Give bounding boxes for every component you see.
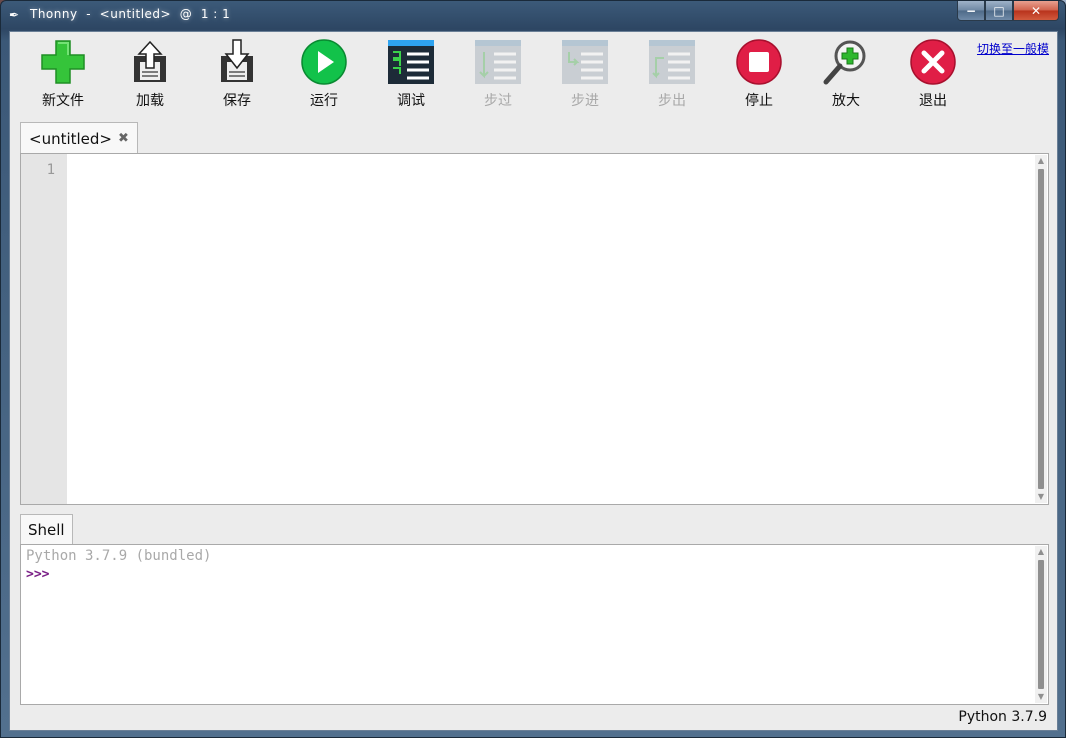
save-label: 保存	[223, 93, 251, 109]
main-area: 新文件 加载 保存 运行 调试 步过 步进 步出 停止 放大 退出 切换至一般模…	[9, 31, 1058, 731]
step-into-icon	[562, 40, 608, 84]
run-label: 运行	[310, 93, 338, 109]
minimize-button[interactable]: −	[957, 1, 985, 21]
shell-scrollbar[interactable]: ▲ ▼	[1035, 546, 1047, 703]
new-file-label: 新文件	[42, 93, 84, 109]
new-file-button[interactable]: 新文件	[20, 38, 106, 114]
quill-icon: ✒	[9, 8, 20, 22]
debug-label: 调试	[397, 93, 425, 109]
step-over-icon	[475, 40, 521, 84]
scroll-down-icon[interactable]: ▼	[1036, 692, 1046, 702]
run-button[interactable]: 运行	[281, 38, 367, 114]
debug-icon	[388, 40, 434, 84]
maximize-button[interactable]: □	[985, 1, 1013, 21]
step-out-button[interactable]: 步出	[629, 38, 715, 114]
step-out-label: 步出	[658, 93, 686, 109]
load-label: 加载	[136, 93, 164, 109]
shell-banner: Python 3.7.9 (bundled)	[26, 548, 212, 564]
exit-button[interactable]: 退出	[890, 38, 976, 114]
step-over-label: 步过	[484, 93, 512, 109]
stop-button[interactable]: 停止	[716, 38, 802, 114]
step-out-icon	[649, 40, 695, 84]
window-controls: − □ ✕	[957, 1, 1059, 21]
shell-scroll-thumb[interactable]	[1038, 560, 1044, 689]
stop-label: 停止	[745, 93, 773, 109]
title-bar[interactable]: ✒ Thonny - <untitled> @ 1 : 1 − □ ✕	[1, 1, 1065, 29]
shell-prompt: >>>	[26, 567, 50, 582]
thonny-window: ✒ Thonny - <untitled> @ 1 : 1 − □ ✕ 新文件	[0, 0, 1066, 738]
step-over-button[interactable]: 步过	[455, 38, 541, 114]
line-number: 1	[46, 162, 55, 178]
step-into-button[interactable]: 步进	[542, 38, 628, 114]
new-file-icon	[41, 40, 85, 84]
shell-console[interactable]: Python 3.7.9 (bundled) >>> ▲ ▼	[20, 544, 1049, 705]
zoom-button[interactable]: 放大	[803, 38, 889, 114]
run-icon	[301, 39, 347, 85]
save-icon	[221, 39, 253, 82]
tab-label: <untitled>	[29, 129, 112, 148]
editor-scroll-thumb[interactable]	[1038, 169, 1044, 489]
scroll-up-icon[interactable]: ▲	[1036, 547, 1046, 557]
exit-icon	[910, 39, 956, 85]
scroll-down-icon[interactable]: ▼	[1036, 492, 1046, 502]
switch-mode-link[interactable]: 切换至一般模	[977, 40, 1049, 57]
zoom-icon	[823, 40, 866, 85]
debug-button[interactable]: 调试	[368, 38, 454, 114]
toolbar: 新文件 加载 保存 运行 调试 步过 步进 步出 停止 放大 退出 切换至一般模	[10, 32, 1057, 116]
exit-label: 退出	[919, 93, 947, 109]
tab-close-icon[interactable]: ✖	[118, 131, 129, 146]
code-editor[interactable]: 1 ▲ ▼	[20, 153, 1049, 505]
load-button[interactable]: 加载	[107, 38, 193, 114]
close-button[interactable]: ✕	[1013, 1, 1059, 21]
tab-shell[interactable]: Shell	[20, 514, 73, 545]
line-number-gutter: 1	[21, 154, 67, 504]
window-title: Thonny - <untitled> @ 1 : 1	[30, 7, 231, 21]
zoom-label: 放大	[832, 93, 860, 109]
scroll-up-icon[interactable]: ▲	[1036, 156, 1046, 166]
step-into-label: 步进	[571, 93, 599, 109]
editor-scrollbar[interactable]: ▲ ▼	[1035, 155, 1047, 503]
interpreter-status[interactable]: Python 3.7.9	[958, 709, 1047, 725]
tab-untitled[interactable]: <untitled> ✖	[20, 122, 138, 154]
save-button[interactable]: 保存	[194, 38, 280, 114]
stop-icon	[736, 39, 782, 85]
load-icon	[134, 40, 166, 82]
